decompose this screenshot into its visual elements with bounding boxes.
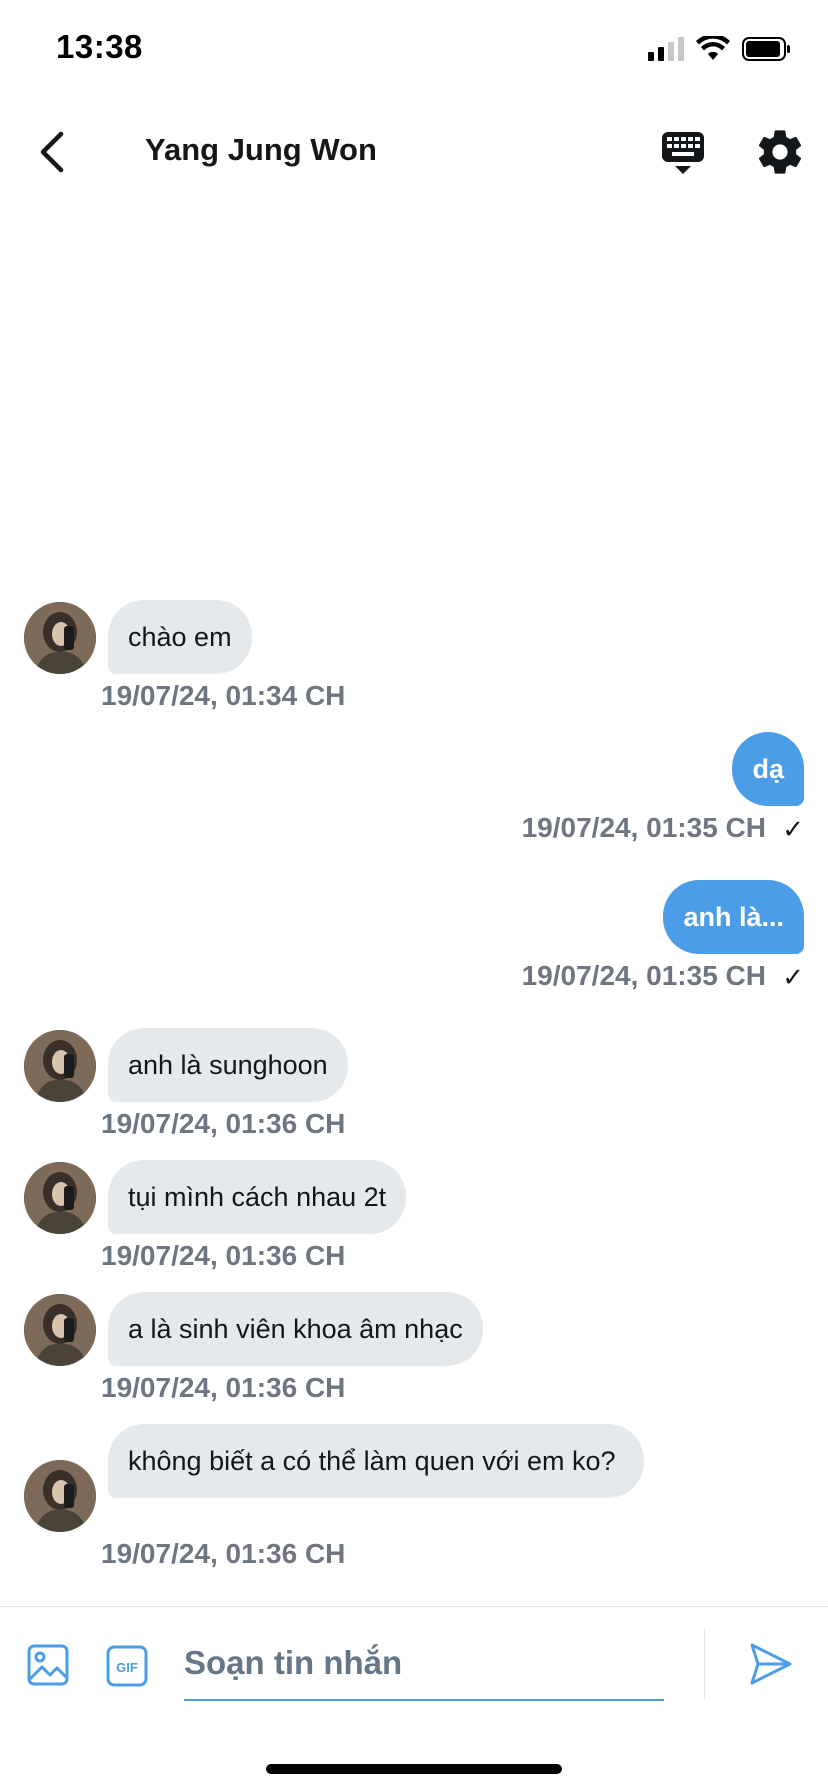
- conversation-title: Yang Jung Won: [145, 132, 377, 167]
- add-gif-button[interactable]: GIF: [106, 1645, 148, 1687]
- message-bubble-incoming[interactable]: anh là sunghoon: [108, 1028, 348, 1102]
- home-indicator: [266, 1764, 562, 1774]
- message-input[interactable]: [184, 1627, 664, 1701]
- send-icon: [750, 1643, 792, 1685]
- message-bubble-incoming[interactable]: chào em: [108, 600, 252, 674]
- gear-icon: [758, 130, 802, 174]
- back-chevron-icon: [40, 131, 64, 173]
- back-button[interactable]: [24, 124, 80, 180]
- composer-divider: [704, 1629, 705, 1699]
- avatar-photo: [24, 1294, 96, 1366]
- message-timestamp: 19/07/24, 01:35 CH: [521, 960, 766, 991]
- message-bubble-incoming[interactable]: a là sinh viên khoa âm nhạc: [108, 1292, 483, 1366]
- battery-icon: [742, 37, 790, 61]
- sent-check-icon: ✓: [782, 962, 804, 992]
- send-button[interactable]: [748, 1641, 794, 1687]
- message-composer: GIF: [0, 1606, 828, 1719]
- avatar[interactable]: [24, 1162, 96, 1234]
- message-bubble-incoming[interactable]: không biết a có thể làm quen với em ko?: [108, 1424, 644, 1498]
- avatar-photo: [24, 1162, 96, 1234]
- avatar-photo: [24, 1460, 96, 1532]
- message-timestamp: 19/07/24, 01:36 CH: [101, 1538, 346, 1569]
- status-time: 13:38: [56, 28, 143, 65]
- message-timestamp: 19/07/24, 01:35 CH: [521, 812, 766, 843]
- message-timestamp: 19/07/24, 01:36 CH: [101, 1108, 346, 1139]
- message-bubble-outgoing[interactable]: anh là...: [663, 880, 804, 954]
- avatar[interactable]: [24, 1030, 96, 1102]
- avatar-photo: [24, 1030, 96, 1102]
- avatar[interactable]: [24, 1294, 96, 1366]
- cellular-signal-icon: [648, 37, 684, 61]
- sent-check-icon: ✓: [782, 814, 804, 844]
- status-bar: 13:38: [0, 0, 828, 100]
- add-photo-button[interactable]: [26, 1643, 70, 1687]
- message-timestamp: 19/07/24, 01:34 CH: [101, 680, 346, 711]
- keyboard-button[interactable]: [654, 126, 712, 180]
- avatar[interactable]: [24, 602, 96, 674]
- message-list[interactable]: chào em 19/07/24, 01:34 CH dạ 19/07/24, …: [0, 204, 828, 1604]
- wifi-icon: [696, 36, 730, 60]
- status-icons: [648, 36, 792, 62]
- gif-label: GIF: [116, 1660, 138, 1675]
- image-icon: [27, 1644, 69, 1686]
- settings-button[interactable]: [754, 126, 806, 178]
- avatar[interactable]: [24, 1460, 96, 1532]
- nav-bar: Yang Jung Won: [0, 100, 828, 204]
- message-bubble-incoming[interactable]: tụi mình cách nhau 2t: [108, 1160, 407, 1234]
- keyboard-icon: [662, 132, 704, 174]
- message-bubble-outgoing[interactable]: dạ: [732, 732, 804, 806]
- dm-conversation-screen: 13:38 Yang Jung Won chào em 19/07/24, 01…: [0, 0, 828, 1792]
- avatar-photo: [24, 602, 96, 674]
- message-timestamp: 19/07/24, 01:36 CH: [101, 1240, 346, 1271]
- message-timestamp: 19/07/24, 01:36 CH: [101, 1372, 346, 1403]
- gif-icon: GIF: [106, 1645, 148, 1687]
